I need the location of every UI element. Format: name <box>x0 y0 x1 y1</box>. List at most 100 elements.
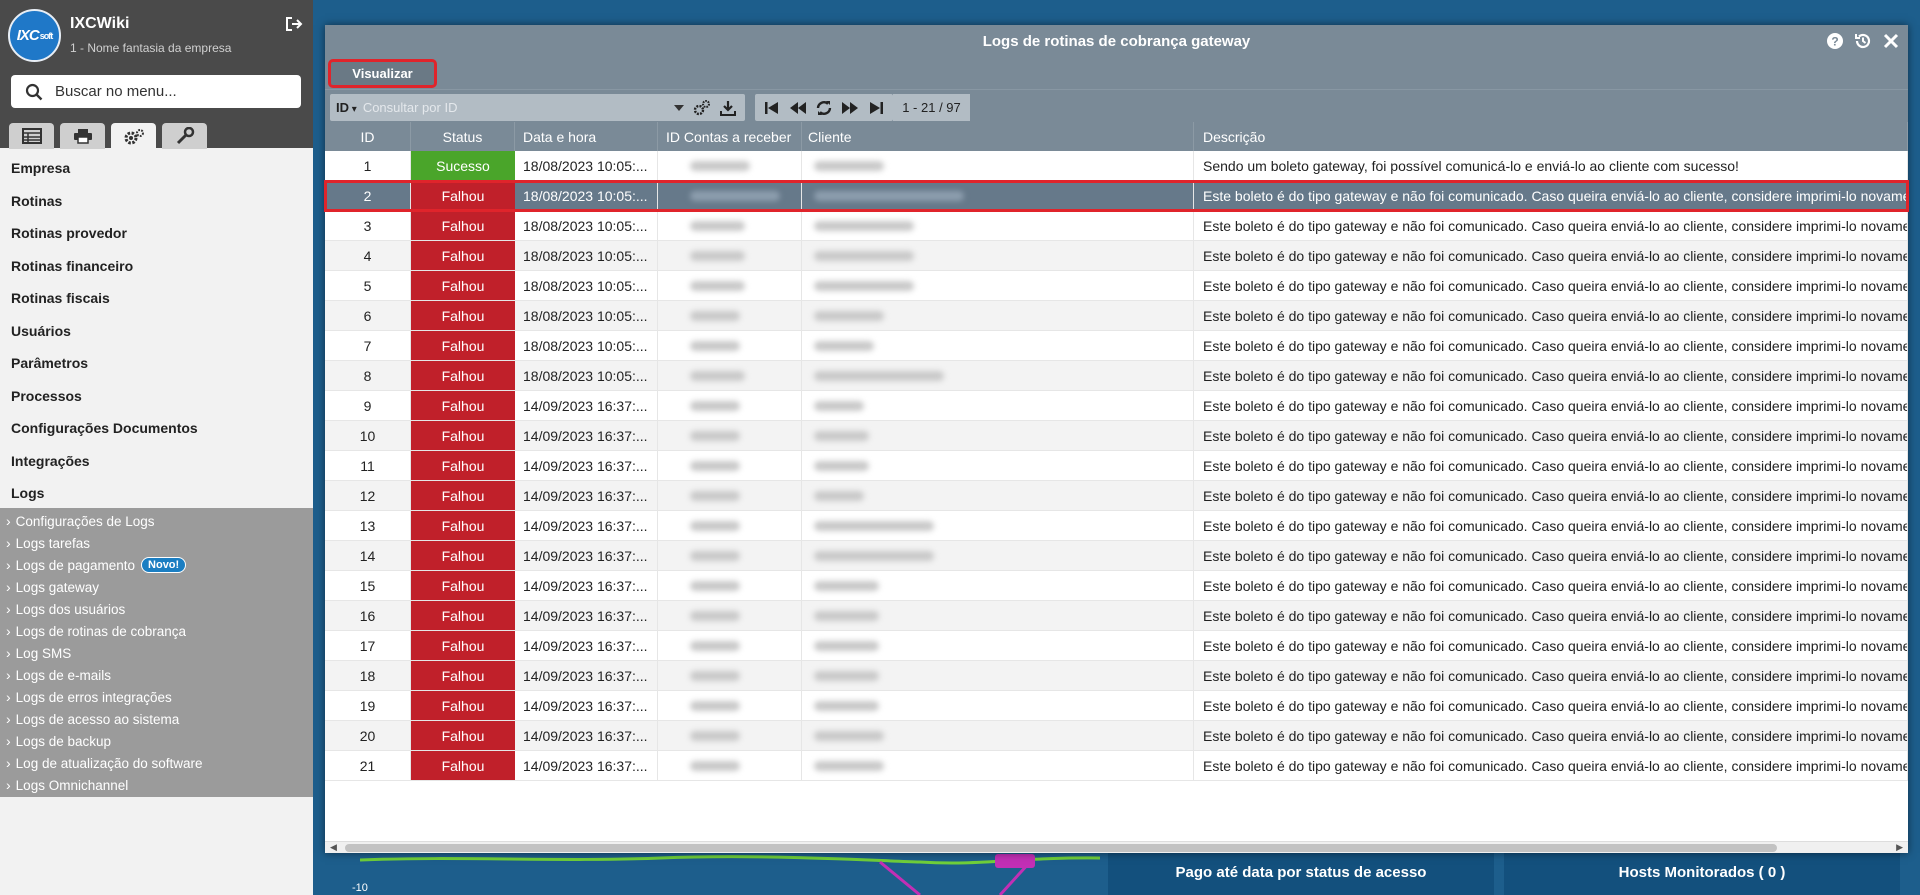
sidebar-item-parametros[interactable]: Parâmetros <box>0 347 313 380</box>
refresh-icon[interactable] <box>814 99 834 117</box>
cell-description: Este boleto é do tipo gateway e não foi … <box>1194 751 1908 780</box>
column-header-data-hora[interactable]: Data e hora <box>515 122 658 151</box>
table-row[interactable]: 10 Falhou 14/09/2023 16:37:... Este boleto … <box>325 421 1908 451</box>
submenu-item-logs-tarefas[interactable]: Logs tarefas <box>0 532 313 554</box>
table-row[interactable]: 1 Sucesso 18/08/2023 10:05:... Sendo um bol… <box>325 151 1908 181</box>
cell-status: Falhou <box>411 511 515 540</box>
cell-client <box>802 721 1194 750</box>
table-row[interactable]: 4 Falhou 18/08/2023 10:05:... Este boleto é… <box>325 241 1908 271</box>
sidebar-item-usuarios[interactable]: Usuários <box>0 315 313 348</box>
submenu-item-logs-emails[interactable]: Logs de e-mails <box>0 664 313 686</box>
submenu-item-logs-rotinas-cobranca[interactable]: Logs de rotinas de cobrança <box>0 620 313 642</box>
cell-receivable-id <box>658 601 802 630</box>
previous-page-icon[interactable] <box>788 99 808 117</box>
sidebar-item-rotinas-provedor[interactable]: Rotinas provedor <box>0 217 313 250</box>
table-row[interactable]: 3 Falhou 18/08/2023 10:05:... Este boleto é… <box>325 211 1908 241</box>
cell-date: 14/09/2023 16:37:... <box>515 511 658 540</box>
table-row[interactable]: 9 Falhou 14/09/2023 16:37:... Este boleto é… <box>325 391 1908 421</box>
filter-dropdown-icon[interactable] <box>673 103 685 113</box>
redacted-value <box>690 160 750 171</box>
last-page-icon[interactable] <box>866 99 886 117</box>
tab-print[interactable] <box>60 123 105 149</box>
download-icon[interactable] <box>719 99 737 117</box>
column-header-cliente[interactable]: Cliente <box>802 122 1194 151</box>
cell-date: 18/08/2023 10:05:... <box>515 271 658 300</box>
scrollbar-thumb[interactable] <box>345 844 1777 852</box>
redacted-value <box>814 370 944 381</box>
scroll-left-icon[interactable]: ◀ <box>330 842 337 853</box>
submenu-item-logs-backup[interactable]: Logs de backup <box>0 730 313 752</box>
table-row[interactable]: 5 Falhou 18/08/2023 10:05:... Este boleto é… <box>325 271 1908 301</box>
cell-id: 9 <box>325 391 411 420</box>
table-row[interactable]: 17 Falhou 14/09/2023 16:37:... Este boleto … <box>325 631 1908 661</box>
history-icon[interactable] <box>1854 32 1872 50</box>
sidebar: IXC soft IXCWiki 1 - Nome fantasia da emp… <box>0 0 313 895</box>
sidebar-item-logs[interactable]: Logs <box>0 477 313 510</box>
menu-search[interactable] <box>11 75 301 108</box>
sidebar-item-rotinas-financeiro[interactable]: Rotinas financeiro <box>0 250 313 283</box>
table-row[interactable]: 19 Falhou 14/09/2023 16:37:... Este boleto … <box>325 691 1908 721</box>
redacted-value <box>690 430 740 441</box>
table-row[interactable]: 7 Falhou 18/08/2023 10:05:... Este boleto é… <box>325 331 1908 361</box>
table-row[interactable]: 13 Falhou 14/09/2023 16:37:... Este boleto … <box>325 511 1908 541</box>
help-icon[interactable]: ? <box>1826 32 1844 50</box>
submenu-item-logs-gateway[interactable]: Logs gateway <box>0 576 313 598</box>
company-logo[interactable]: IXC soft <box>8 9 61 62</box>
view-button[interactable]: Visualizar <box>328 59 437 88</box>
column-header-status[interactable]: Status <box>411 122 515 151</box>
scroll-right-icon[interactable]: ▶ <box>1896 842 1903 853</box>
sidebar-item-rotinas-fiscais[interactable]: Rotinas fiscais <box>0 282 313 315</box>
table-row[interactable]: 20 Falhou 14/09/2023 16:37:... Este boleto … <box>325 721 1908 751</box>
cell-client <box>802 151 1194 180</box>
submenu-item-logs-pagamento[interactable]: Logs de pagamento Novo! <box>0 554 313 576</box>
redacted-value <box>814 340 874 351</box>
filter-input[interactable] <box>362 100 673 115</box>
column-header-id-contas-receber[interactable]: ID Contas a receber <box>658 122 802 151</box>
submenu-item-logs-usuarios[interactable]: Logs dos usuários <box>0 598 313 620</box>
table-row[interactable]: 11 Falhou 14/09/2023 16:37:... Este boleto … <box>325 451 1908 481</box>
column-header-id[interactable]: ID <box>325 122 411 151</box>
submenu-item-log-atualizacao[interactable]: Log de atualização do software <box>0 752 313 774</box>
tab-settings[interactable] <box>111 123 156 150</box>
close-icon[interactable] <box>1882 32 1900 50</box>
column-header-descricao[interactable]: Descrição <box>1194 122 1908 151</box>
submenu-item-logs-acesso[interactable]: Logs de acesso ao sistema <box>0 708 313 730</box>
sidebar-item-configuracoes-documentos[interactable]: Configurações Documentos <box>0 412 313 445</box>
modal-title-bar[interactable]: Logs de rotinas de cobrança gateway ? <box>325 25 1908 57</box>
sidebar-item-empresa[interactable]: Empresa <box>0 152 313 185</box>
advanced-filter-icon[interactable] <box>693 99 711 117</box>
table-row[interactable]: 14 Falhou 14/09/2023 16:37:... Este boleto … <box>325 541 1908 571</box>
horizontal-scrollbar[interactable]: ◀ ▶ <box>325 841 1908 853</box>
table-row[interactable]: 2 Falhou 18/08/2023 10:05:... Este boleto é… <box>324 180 1909 212</box>
cell-id: 8 <box>325 361 411 390</box>
logout-icon[interactable] <box>285 16 303 32</box>
cell-description: Este boleto é do tipo gateway e não foi … <box>1194 301 1908 330</box>
table-row[interactable]: 8 Falhou 18/08/2023 10:05:... Este boleto é… <box>325 361 1908 391</box>
submenu-item-log-sms[interactable]: Log SMS <box>0 642 313 664</box>
table-row[interactable]: 15 Falhou 14/09/2023 16:37:... Este boleto … <box>325 571 1908 601</box>
submenu-label: Logs de erros integrações <box>15 689 172 705</box>
card-hosts-monitorados[interactable]: Hosts Monitorados ( 0 ) <box>1504 850 1900 895</box>
table-row[interactable]: 16 Falhou 14/09/2023 16:37:... Este boleto … <box>325 601 1908 631</box>
tab-tools[interactable] <box>162 123 207 149</box>
cell-date: 18/08/2023 10:05:... <box>515 331 658 360</box>
card-pago-status[interactable]: Pago até data por status de acesso <box>1108 850 1494 895</box>
cell-status: Falhou <box>411 601 515 630</box>
cell-receivable-id <box>658 751 802 780</box>
submenu-item-configuracoes-logs[interactable]: Configurações de Logs <box>0 510 313 532</box>
menu-search-input[interactable] <box>55 83 275 100</box>
table-row[interactable]: 6 Falhou 18/08/2023 10:05:... Este boleto é… <box>325 301 1908 331</box>
submenu-item-logs-erros-integracoes[interactable]: Logs de erros integrações <box>0 686 313 708</box>
table-row[interactable]: 18 Falhou 14/09/2023 16:37:... Este boleto … <box>325 661 1908 691</box>
table-row[interactable]: 21 Falhou 14/09/2023 16:37:... Este boleto … <box>325 751 1908 781</box>
next-page-icon[interactable] <box>840 99 860 117</box>
sidebar-item-processos[interactable]: Processos <box>0 380 313 413</box>
filter-field-select[interactable]: ID <box>336 100 357 115</box>
sidebar-item-rotinas[interactable]: Rotinas <box>0 185 313 218</box>
first-page-icon[interactable] <box>762 99 782 117</box>
tab-table[interactable] <box>9 123 54 149</box>
sidebar-item-integracoes[interactable]: Integrações <box>0 445 313 478</box>
submenu-item-logs-omnichannel[interactable]: Logs Omnichannel <box>0 774 313 796</box>
table-row[interactable]: 12 Falhou 14/09/2023 16:37:... Este boleto … <box>325 481 1908 511</box>
cell-status: Falhou <box>411 301 515 330</box>
